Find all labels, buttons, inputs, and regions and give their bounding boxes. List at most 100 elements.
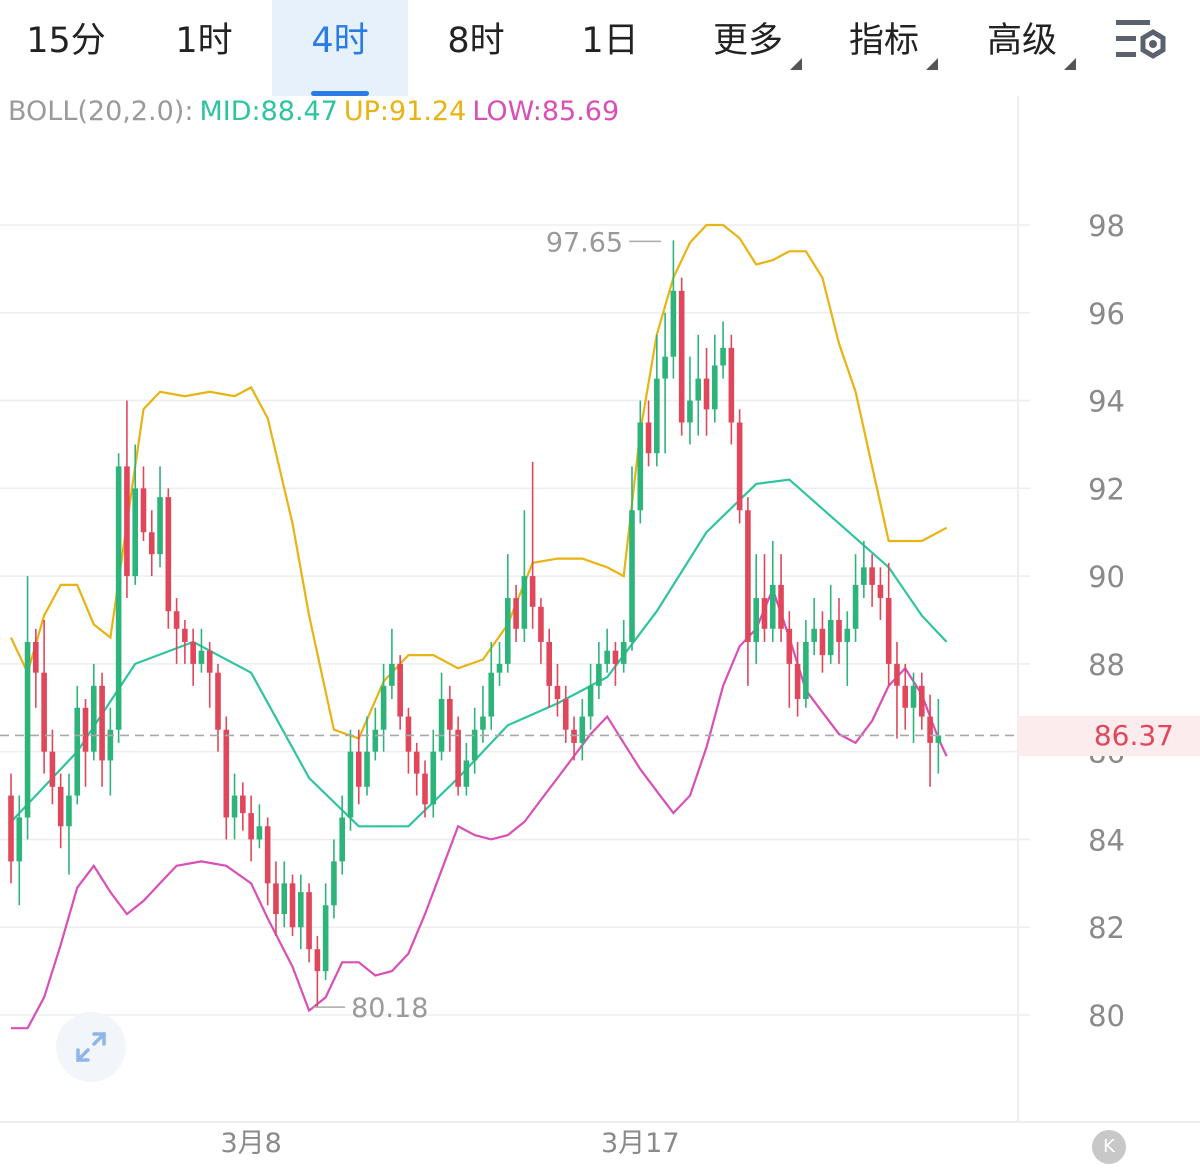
candle (298, 874, 304, 950)
tab-15min[interactable]: 15分 (0, 0, 132, 96)
y-tick-label: 92 (1088, 472, 1125, 506)
candle-body (372, 729, 379, 752)
expand-button[interactable] (56, 1012, 126, 1082)
candle-body (306, 892, 312, 950)
candle-body (339, 817, 345, 862)
candle (157, 466, 163, 568)
candle-body (397, 663, 403, 717)
candle-body (513, 598, 519, 629)
candle (273, 861, 279, 936)
candle (935, 699, 942, 774)
candle-body (389, 663, 395, 686)
candle (463, 742, 470, 796)
candle (902, 663, 909, 730)
candle-body (231, 795, 238, 818)
candle-body (413, 751, 420, 774)
candle-body (99, 685, 105, 761)
candle (562, 685, 569, 743)
candle-body (529, 576, 536, 607)
candle (455, 716, 461, 796)
candle (248, 795, 254, 862)
k-line-button[interactable]: K (1092, 1130, 1126, 1164)
candle-body (223, 729, 230, 818)
candle-body (662, 356, 668, 379)
tab-more[interactable]: 更多 (696, 0, 802, 96)
tab-8hour[interactable]: 8时 (410, 0, 542, 96)
candle (289, 874, 296, 936)
candle (488, 641, 495, 730)
y-tick-label: 96 (1088, 297, 1125, 331)
candle-body (919, 685, 925, 717)
candle (496, 641, 503, 686)
candle (8, 773, 14, 884)
candle-body (74, 707, 81, 796)
candle-body (620, 641, 627, 664)
candle (538, 598, 544, 664)
candle-body (554, 685, 561, 699)
candle-body (505, 598, 511, 664)
candle-body (844, 628, 851, 642)
candle (331, 839, 337, 919)
candle-body (364, 751, 370, 787)
candle-body (703, 378, 710, 410)
candle-body (869, 567, 875, 585)
candle-body (720, 347, 726, 366)
candle-body (57, 786, 64, 827)
candle (794, 641, 801, 717)
candle (91, 663, 97, 761)
candle-body (753, 598, 759, 642)
candle-body (852, 584, 859, 629)
candle-body (347, 751, 354, 818)
candle-body (645, 422, 652, 454)
candle (505, 554, 511, 673)
candle (190, 628, 196, 686)
tab-1hour[interactable]: 1时 (138, 0, 270, 96)
candle (894, 641, 900, 739)
candle-body (157, 497, 163, 555)
candle-body (41, 672, 47, 752)
tab-4hour[interactable]: 4时 (272, 0, 408, 96)
tab-1day[interactable]: 1日 (544, 0, 676, 96)
y-tick-label: 94 (1088, 385, 1125, 419)
chart-settings-icon[interactable] (1112, 16, 1172, 68)
tab-label: 1时 (175, 21, 233, 61)
candle-body (894, 663, 900, 686)
candle (695, 334, 702, 436)
expand-icon (76, 1032, 106, 1062)
y-tick-label: 90 (1088, 560, 1125, 594)
candle-body (885, 598, 892, 664)
candle (852, 554, 859, 642)
candle (703, 347, 710, 436)
tab-indicators[interactable]: 指标 (832, 0, 938, 96)
candle-body (16, 817, 23, 862)
candle (778, 554, 784, 642)
candle-body (538, 606, 544, 642)
candle (529, 462, 536, 629)
candle (438, 672, 445, 761)
candle (447, 685, 453, 752)
candle-body (654, 378, 660, 454)
candle (57, 773, 64, 849)
candle (844, 611, 851, 686)
candle-body (612, 650, 619, 664)
candle-body (215, 672, 221, 730)
candle (513, 584, 519, 642)
candlestick-chart[interactable]: 808284868890929496983月83月1797.6580.18 (0, 96, 1200, 1172)
candle (380, 663, 387, 752)
candle (786, 611, 793, 708)
candle (74, 685, 81, 805)
candle (413, 742, 420, 796)
tab-advanced[interactable]: 高级 (970, 0, 1076, 96)
candle-body (670, 290, 677, 357)
x-tick-label: 3月17 (601, 1128, 680, 1159)
y-tick-label: 84 (1088, 823, 1125, 857)
candle (769, 541, 776, 642)
candle (645, 400, 652, 467)
candle-body (579, 716, 586, 743)
candle-body (82, 707, 89, 752)
candle (811, 598, 817, 656)
candle (389, 628, 395, 699)
candle (919, 672, 925, 730)
x-tick-label: 3月8 (220, 1128, 281, 1159)
candle-body (736, 422, 743, 511)
